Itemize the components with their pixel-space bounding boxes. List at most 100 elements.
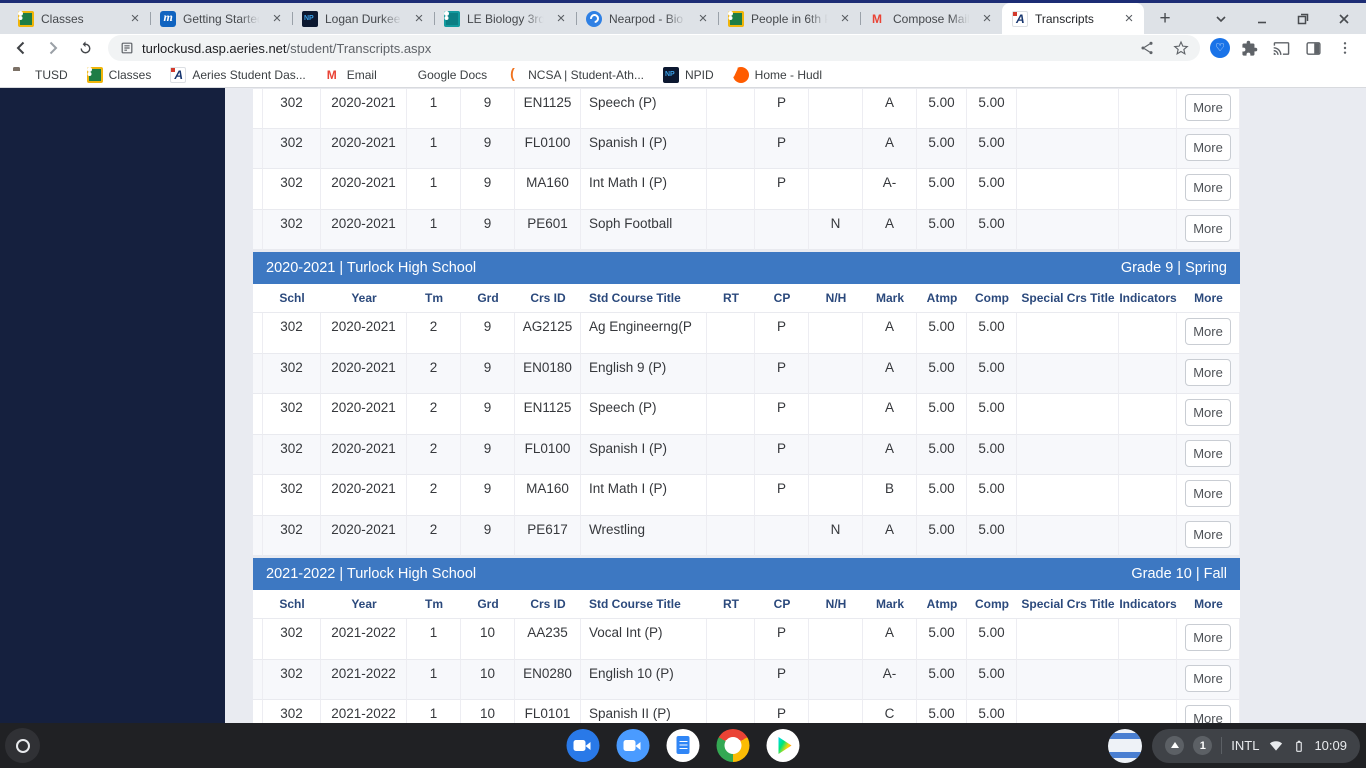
reload-icon[interactable]	[72, 36, 98, 60]
table-cell: More	[1177, 660, 1240, 701]
tab-close-icon[interactable]	[269, 11, 285, 27]
more-button[interactable]: More	[1185, 705, 1231, 723]
chrome-app-icon[interactable]	[717, 729, 750, 762]
bookmark-item[interactable]: Home - Hudl	[733, 67, 822, 83]
more-button[interactable]: More	[1185, 94, 1231, 121]
tab-strip: ClassesGetting Started atLogan DurkeeLE …	[0, 3, 1366, 34]
table-cell: 2020-2021	[321, 475, 407, 516]
table-cell: 5.00	[917, 169, 967, 210]
status-area[interactable]: 1 INTL 10:09	[1152, 729, 1360, 763]
docs-app-icon[interactable]	[667, 729, 700, 762]
zoom-app-icon[interactable]	[617, 729, 650, 762]
table-cell: 5.00	[967, 354, 1017, 395]
tab-close-icon[interactable]	[837, 11, 853, 27]
forward-icon[interactable]	[40, 36, 66, 60]
more-button[interactable]: More	[1185, 318, 1231, 345]
browser-tab[interactable]: Logan Durkee	[292, 3, 434, 34]
transcript-row: 3022020-202119EN1125Speech (P)PA5.005.00…	[253, 88, 1240, 129]
more-button[interactable]: More	[1185, 440, 1231, 467]
tab-close-icon[interactable]	[127, 11, 143, 27]
restore-window-icon[interactable]	[1295, 11, 1311, 27]
table-cell: Std Course Title	[581, 284, 707, 313]
nearpod-icon	[586, 11, 602, 27]
more-button[interactable]: More	[1185, 665, 1231, 692]
table-cell: A	[863, 129, 917, 170]
table-cell	[253, 435, 263, 476]
table-cell: 5.00	[917, 129, 967, 170]
table-cell: 5.00	[917, 660, 967, 701]
more-button[interactable]: More	[1185, 174, 1231, 201]
tab-close-icon[interactable]	[553, 11, 569, 27]
meet-app-icon[interactable]	[567, 729, 600, 762]
tab-close-icon[interactable]	[1121, 11, 1137, 27]
bookmark-label: TUSD	[35, 68, 68, 82]
tab-close-icon[interactable]	[695, 11, 711, 27]
back-icon[interactable]	[8, 36, 34, 60]
more-button[interactable]: More	[1185, 399, 1231, 426]
browser-menu-kebab-icon[interactable]	[1332, 36, 1358, 60]
tray-expand-icon[interactable]	[1165, 736, 1184, 755]
url-text[interactable]: turlockusd.asp.aeries.net/student/Transc…	[142, 41, 431, 56]
close-window-icon[interactable]	[1336, 11, 1352, 27]
more-button[interactable]: More	[1185, 521, 1231, 548]
extensions-puzzle-icon[interactable]	[1236, 36, 1262, 60]
table-cell: 5.00	[967, 435, 1017, 476]
launcher-button[interactable]	[5, 728, 40, 763]
table-cell: Tm	[407, 590, 461, 619]
more-button[interactable]: More	[1185, 134, 1231, 161]
browser-tab[interactable]: Compose Mail - lo	[860, 3, 1002, 34]
notification-count-badge[interactable]: 1	[1193, 736, 1212, 755]
bookmark-item[interactable]: Google Docs	[396, 67, 487, 83]
table-cell	[707, 210, 755, 251]
bookmark-item[interactable]: TUSD	[13, 67, 68, 83]
browser-tab[interactable]: Classes	[8, 3, 150, 34]
address-bar[interactable]: turlockusd.asp.aeries.net/student/Transc…	[108, 35, 1200, 61]
more-button[interactable]: More	[1185, 359, 1231, 386]
tab-close-icon[interactable]	[979, 11, 995, 27]
bookmark-item[interactable]: NPID	[663, 67, 714, 83]
side-panel-icon[interactable]	[1300, 36, 1326, 60]
browser-tab[interactable]: People in 6th Peri	[718, 3, 860, 34]
tab-search-chevron-icon[interactable]	[1213, 11, 1229, 27]
transcript-row: 3022020-202129EN1125Speech (P)PA5.005.00…	[253, 394, 1240, 435]
tab-close-icon[interactable]	[411, 11, 427, 27]
table-cell: A	[863, 394, 917, 435]
browser-tab[interactable]: Transcripts	[1002, 3, 1144, 34]
hudl-icon	[733, 67, 749, 83]
table-cell: 302	[263, 435, 321, 476]
table-cell	[253, 129, 263, 170]
more-button[interactable]: More	[1185, 215, 1231, 242]
bookmark-item[interactable]: NCSA | Student-Ath...	[506, 67, 644, 83]
transcript-row: 3022020-202119MA160Int Math I (P)PA-5.00…	[253, 169, 1240, 210]
browser-tab[interactable]: Getting Started at	[150, 3, 292, 34]
browser-tab[interactable]: Nearpod - Bio Spe	[576, 3, 718, 34]
bookmark-star-icon[interactable]	[1168, 36, 1194, 60]
browser-tab[interactable]: LE Biology 3rd 202	[434, 3, 576, 34]
cast-icon[interactable]	[1268, 36, 1294, 60]
table-cell: 9	[461, 129, 515, 170]
table-cell: CP	[755, 590, 809, 619]
table-cell: 5.00	[967, 700, 1017, 723]
bookmarks-bar: TUSD Classes Aeries Student Das... Email Goo…	[0, 62, 1366, 88]
table-cell: FL0100	[515, 129, 581, 170]
table-cell	[1017, 394, 1119, 435]
bookmark-item[interactable]: Aeries Student Das...	[170, 67, 305, 83]
more-button[interactable]: More	[1185, 480, 1231, 507]
table-cell: 2	[407, 475, 461, 516]
new-tab-button[interactable]	[1152, 6, 1178, 32]
more-button[interactable]: More	[1185, 624, 1231, 651]
wifi-icon	[1268, 738, 1284, 753]
extension-badge-icon[interactable]	[1210, 38, 1230, 58]
play-app-icon[interactable]	[767, 729, 800, 762]
bookmark-item[interactable]: Email	[325, 67, 377, 83]
table-cell	[809, 475, 863, 516]
npid-icon	[302, 11, 318, 27]
bookmark-item[interactable]: Classes	[87, 67, 152, 83]
minimize-window-icon[interactable]	[1254, 11, 1270, 27]
screenshot-thumbnail[interactable]	[1108, 729, 1142, 763]
table-cell	[707, 89, 755, 129]
share-icon[interactable]	[1134, 36, 1160, 60]
table-cell: 2	[407, 394, 461, 435]
table-cell: C	[863, 700, 917, 723]
site-info-icon[interactable]	[120, 41, 134, 55]
